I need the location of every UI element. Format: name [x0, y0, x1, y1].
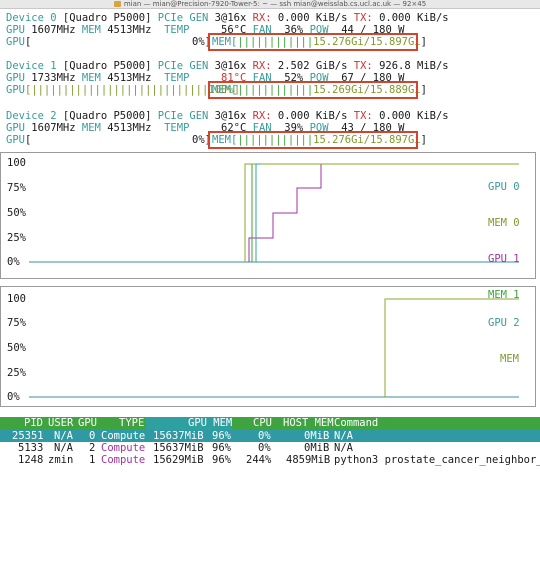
column-gpu[interactable]: GPU — [78, 417, 97, 430]
legend-mem-2: MEM — [500, 353, 519, 365]
device-label: Device 1 — [6, 60, 57, 72]
process-row[interactable]: 25351 N/A 0 Compute 15637MiB 96% 0% 0MiB… — [0, 430, 540, 442]
device-0-util-bar: GPU[0%] — [6, 36, 211, 48]
legend-gpu-2: GPU 2 — [488, 317, 520, 329]
legend-gpu-1: GPU 1 — [488, 253, 520, 265]
folder-icon — [113, 1, 121, 7]
tx-value: 0.000 KiB/s — [379, 12, 449, 24]
graph-2-legend: GPU 2 MEM — [488, 293, 520, 389]
device-1-line-1: Device 1 [Quadro P5000] PCIe GEN 3@16x R… — [6, 60, 449, 72]
series-gpu-0 — [255, 163, 261, 262]
rx-value: 2.502 GiB/s — [277, 60, 348, 72]
window-title: mian — mian@Precision-7920-Tower-5: ~ — … — [0, 0, 540, 8]
column-command[interactable]: Command — [334, 417, 378, 430]
column-type[interactable]: TYPE — [119, 417, 144, 430]
tx-value: 926.8 MiB/s — [379, 60, 449, 72]
window-title-bar: mian — mian@Precision-7920-Tower-5: ~ — … — [0, 0, 540, 9]
device-0-mem-highlight — [208, 33, 418, 51]
column-gpu-mem[interactable]: GPU MEM — [188, 417, 232, 430]
process-row[interactable]: 5133 N/A 2 Compute 15637MiB 96% 0% 0MiB … — [0, 442, 540, 454]
device-label: Device 2 — [6, 110, 57, 122]
legend-mem-0: MEM 0 — [488, 217, 520, 229]
device-2-line-1: Device 2 [Quadro P5000] PCIe GEN 3@16x R… — [6, 110, 449, 122]
device-label: Device 0 — [6, 12, 57, 24]
graph-2-lines — [29, 298, 519, 398]
column-user[interactable]: USER — [48, 417, 73, 430]
process-row[interactable]: 1248 zmin 1 Compute 15629MiB 96% 244% 48… — [0, 454, 540, 466]
device-1-mem-highlight — [208, 81, 418, 99]
series-gpu-1 — [248, 163, 519, 262]
rx-value: 0.000 KiB/s — [277, 12, 348, 24]
device-model: [Quadro P5000] — [62, 12, 152, 24]
utilization-graph-devices-0-1: 100 75% 50% 25% 0% GPU 0 MEM 0 GPU 1 MEM… — [0, 152, 536, 301]
utilization-graph-device-2: 100 75% 50% 25% 0% GPU 2 MEM — [0, 286, 536, 407]
graph-1-lines — [29, 163, 519, 263]
column-cpu[interactable]: CPU — [253, 417, 272, 430]
legend-gpu-0: GPU 0 — [488, 181, 520, 193]
device-0-line-1: Device 0 [Quadro P5000] PCIe GEN 3@16x R… — [6, 12, 449, 24]
column-pid[interactable]: PID — [24, 417, 43, 430]
device-model: [Quadro P5000] — [62, 60, 152, 72]
rx-value: 0.000 KiB/s — [277, 110, 348, 122]
process-table-header: PID USER GPU TYPE GPU MEM CPU HOST MEM C… — [0, 417, 540, 430]
column-host-mem[interactable]: HOST MEM — [283, 417, 334, 430]
device-model: [Quadro P5000] — [62, 110, 152, 122]
device-2-util-bar: GPU[0%] — [6, 134, 211, 146]
tx-value: 0.000 KiB/s — [379, 110, 449, 122]
device-1-util-bar: GPU[||||||||||||||||||||||||||||100%] — [6, 84, 240, 96]
device-2-mem-highlight — [208, 131, 418, 149]
